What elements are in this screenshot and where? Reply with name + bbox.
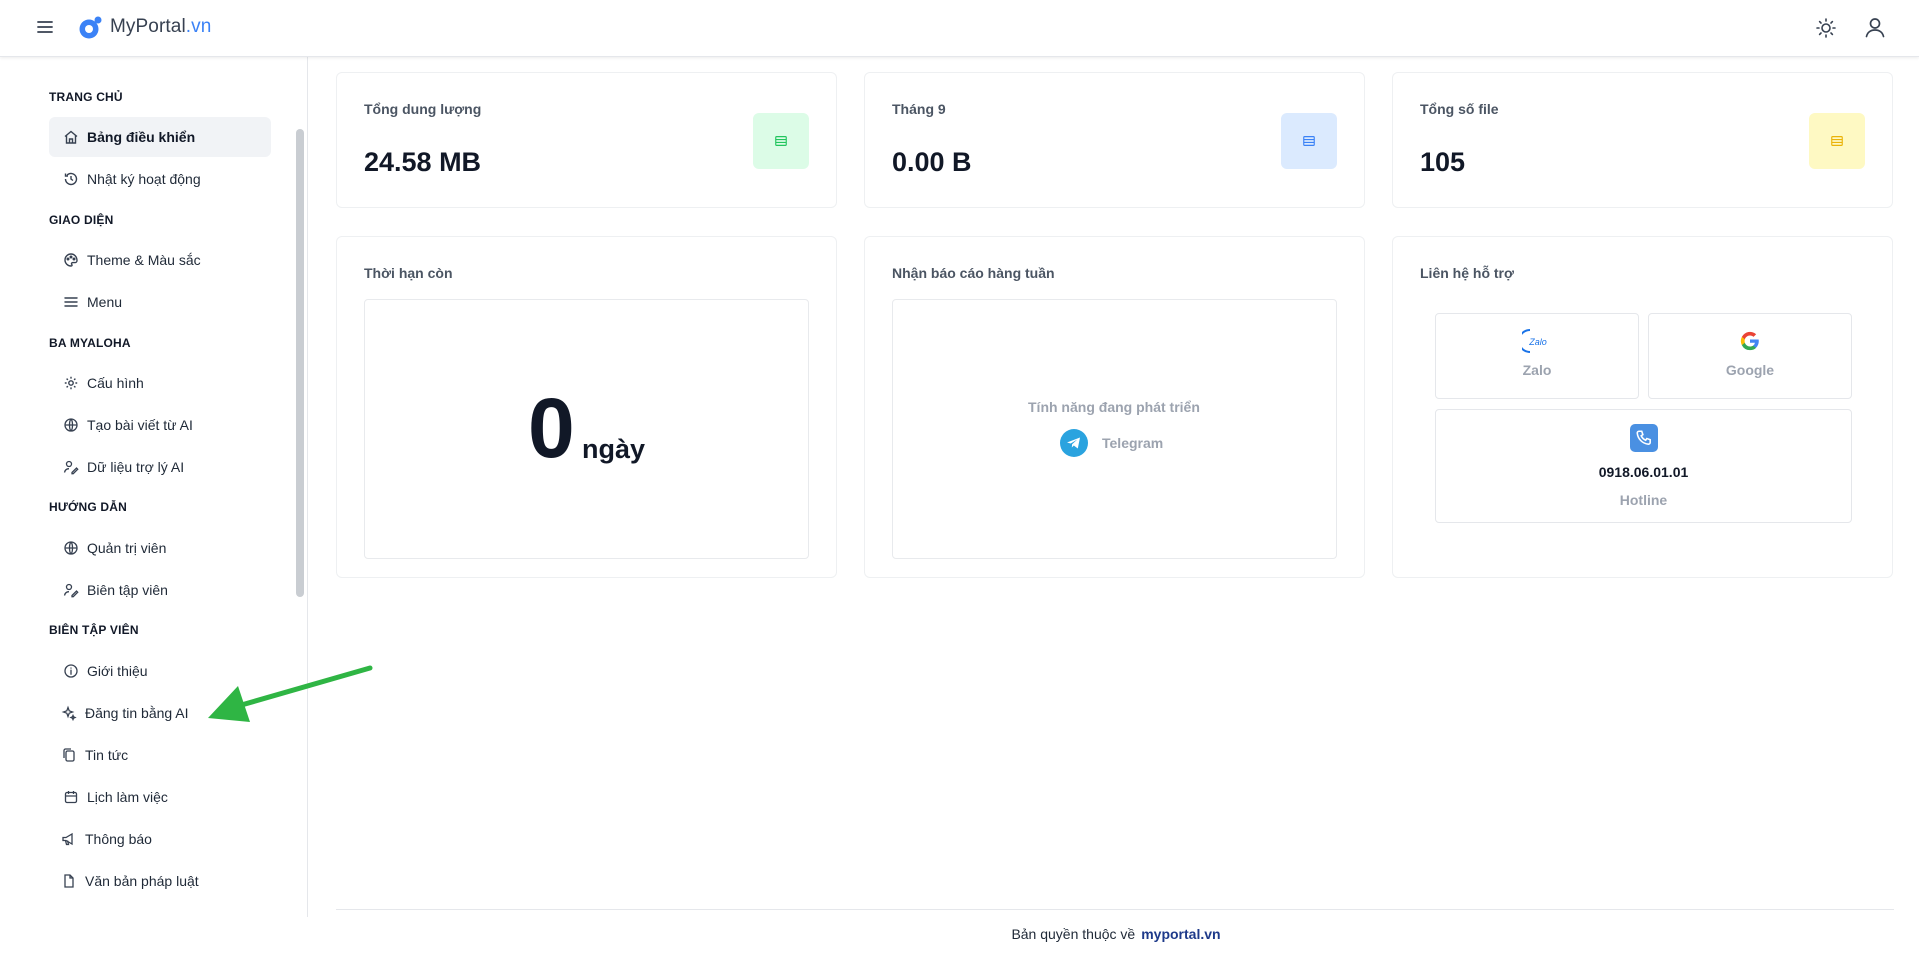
section-title-huong-dan: HƯỚNG DẪN — [49, 500, 127, 514]
stat-label: Tổng dung lượng — [364, 101, 482, 117]
weekly-report-card: Nhận báo cáo hàng tuần Tính năng đang ph… — [864, 236, 1365, 578]
sidebar-item-label: Cấu hình — [87, 375, 144, 391]
top-bar: MyPortal.vn — [0, 0, 1919, 57]
user-edit-icon — [63, 582, 79, 598]
sidebar-item-label: Theme & Màu sắc — [87, 252, 201, 268]
hamburger-menu-icon[interactable] — [36, 18, 54, 36]
footer: Bản quyền thuộc về myportal.vn — [0, 926, 1919, 942]
sidebar-item-announcements[interactable]: Thông báo — [49, 819, 271, 859]
sidebar-item-label: Quản trị viên — [87, 540, 167, 556]
palette-icon — [63, 252, 79, 268]
sidebar-item-config[interactable]: Cấu hình — [49, 363, 271, 403]
hotline-label: Hotline — [1619, 492, 1668, 508]
stat-card-month: Tháng 9 0.00 B — [864, 72, 1365, 208]
sidebar-item-label: Tin tức — [85, 747, 129, 763]
file-icon — [61, 873, 77, 889]
sidebar-item-label: Bảng điều khiển — [87, 129, 196, 145]
database-icon — [1809, 113, 1865, 169]
zalo-logo-text: Zalo — [1528, 337, 1547, 347]
stat-label: Tổng số file — [1420, 101, 1499, 117]
sidebar-item-legal-docs[interactable]: Văn bản pháp luật — [49, 861, 271, 901]
stat-value: 0.00 B — [892, 147, 972, 177]
database-icon — [1281, 113, 1337, 169]
sidebar-item-label: Lịch làm việc — [87, 789, 168, 805]
footer-divider — [336, 909, 1894, 910]
user-edit-icon — [63, 459, 79, 475]
sidebar-item-dashboard[interactable]: Bảng điều khiển — [49, 117, 271, 157]
stat-card-total-files: Tổng số file 105 — [1392, 72, 1893, 208]
sidebar-item-label: Đăng tin bằng AI — [85, 705, 189, 721]
globe-icon — [63, 540, 79, 556]
remaining-days-unit: ngày — [582, 434, 646, 464]
gear-icon — [63, 375, 79, 391]
sidebar-item-label: Giới thiệu — [87, 663, 148, 679]
telegram-label: Telegram — [1102, 435, 1164, 451]
copy-icon — [61, 747, 77, 763]
logo-icon — [79, 16, 102, 39]
history-icon — [63, 171, 79, 187]
annotation-arrow — [208, 665, 373, 722]
stat-card-total-storage: Tổng dung lượng 24.58 MB — [336, 72, 837, 208]
weekly-report-box: Tính năng đang phát triển Telegram — [892, 299, 1337, 559]
section-title-giao-dien: GIAO DIỆN — [49, 213, 114, 227]
sparkle-icon — [61, 705, 77, 721]
globe-icon — [63, 417, 79, 433]
sidebar-item-label: Nhật ký hoạt động — [87, 171, 201, 187]
sidebar-item-schedule[interactable]: Lịch làm việc — [49, 777, 271, 817]
sidebar-item-ai-post[interactable]: Tạo bài viết từ AI — [49, 405, 271, 445]
section-title-bien-tap-vien: BIÊN TẬP VIÊN — [49, 623, 139, 637]
sidebar-item-label: Thông báo — [85, 831, 152, 847]
zalo-label: Zalo — [1522, 362, 1552, 378]
user-account-icon[interactable] — [1864, 16, 1886, 38]
footer-site-link[interactable]: myportal.vn — [1141, 926, 1220, 942]
section-title-trang-chu: TRANG CHỦ — [49, 90, 123, 104]
sidebar-item-label: Tạo bài viết từ AI — [87, 417, 193, 433]
card-title: Liên hệ hỗ trợ — [1420, 265, 1514, 281]
database-icon — [753, 113, 809, 169]
stat-value: 105 — [1420, 147, 1466, 177]
calendar-icon — [63, 789, 79, 805]
app-logo[interactable]: MyPortal.vn — [78, 14, 211, 40]
telegram-icon — [1060, 429, 1088, 457]
sidebar-item-label: Biên tập viên — [87, 582, 168, 598]
home-icon — [63, 129, 79, 145]
stat-label: Tháng 9 — [892, 101, 946, 117]
remaining-box: 0 ngày — [364, 299, 809, 559]
sidebar-item-label: Dữ liệu trợ lý AI — [87, 459, 185, 475]
sidebar-item-news[interactable]: Tin tức — [49, 735, 271, 775]
hotline-number: 0918.06.01.01 — [1598, 464, 1689, 480]
support-card: Liên hệ hỗ trợ Zalo Zalo Google 0918.06.… — [1392, 236, 1893, 578]
google-contact-button[interactable]: Google — [1648, 313, 1852, 399]
section-title-ba-myaloha: BA MYALOHA — [49, 336, 131, 350]
card-title: Nhận báo cáo hàng tuần — [892, 265, 1055, 281]
remaining-days-value: 0 — [528, 381, 575, 475]
phone-icon — [1629, 424, 1658, 452]
sidebar-scrollbar[interactable] — [296, 129, 304, 597]
theme-toggle-sun-icon[interactable] — [1815, 17, 1837, 39]
google-label: Google — [1725, 362, 1775, 378]
sidebar-item-editor-guide[interactable]: Biên tập viên — [49, 570, 271, 610]
megaphone-icon — [61, 831, 77, 847]
sidebar-item-label: Văn bản pháp luật — [85, 873, 199, 889]
sidebar-item-label: Menu — [87, 294, 123, 310]
zalo-icon: Zalo — [1522, 329, 1547, 353]
sidebar-item-ai-assistant-data[interactable]: Dữ liệu trợ lý AI — [49, 447, 271, 487]
sidebar-item-menu[interactable]: Menu — [49, 282, 271, 322]
telegram-link[interactable]: Telegram — [1060, 429, 1163, 457]
zalo-contact-button[interactable]: Zalo Zalo — [1435, 313, 1639, 399]
sidebar-item-theme[interactable]: Theme & Màu sắc — [49, 240, 271, 280]
copyright-text: Bản quyền thuộc về — [1011, 926, 1136, 942]
menu-lines-icon — [63, 294, 79, 310]
stat-value: 24.58 MB — [364, 147, 482, 177]
card-title: Thời hạn còn — [364, 265, 453, 281]
feature-in-development-text: Tính năng đang phát triển — [1028, 399, 1200, 415]
info-icon — [63, 663, 79, 679]
sidebar-item-activity-log[interactable]: Nhật ký hoạt động — [49, 159, 271, 199]
hotline-contact-button[interactable]: 0918.06.01.01 Hotline — [1435, 409, 1852, 523]
google-icon — [1740, 331, 1759, 351]
logo-text: MyPortal.vn — [110, 16, 212, 37]
sidebar-item-admin-guide[interactable]: Quản trị viên — [49, 528, 271, 568]
remaining-time-card: Thời hạn còn 0 ngày — [336, 236, 837, 578]
